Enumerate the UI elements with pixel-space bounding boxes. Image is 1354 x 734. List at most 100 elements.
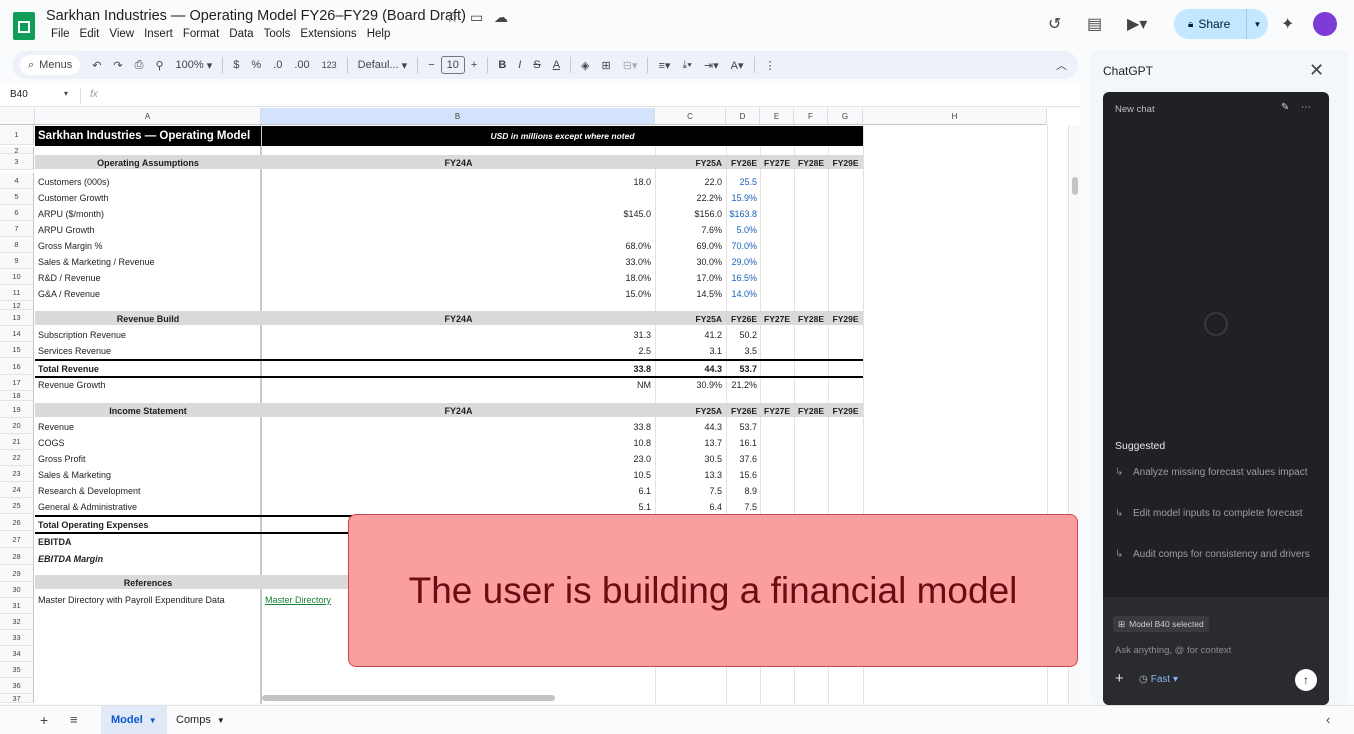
menu-edit[interactable]: Edit [75, 28, 105, 40]
fy26-value[interactable]: 15.9% [726, 191, 759, 205]
row-header[interactable]: 6 [0, 205, 34, 221]
font-size-decrease-icon[interactable]: − [422, 59, 440, 71]
row-header[interactable]: 26 [0, 514, 34, 531]
year-header[interactable]: FY28E [794, 312, 828, 326]
side-panel-toggle-icon[interactable]: ‹ [1326, 712, 1330, 727]
search-menus-button[interactable]: ⌕ Menus [20, 55, 81, 75]
tab-dropdown-icon[interactable]: ▼ [149, 716, 157, 725]
fy25-value[interactable]: 30.0% [655, 255, 724, 269]
fy25-value[interactable]: 6.4 [655, 500, 724, 514]
year-header[interactable]: FY26E [726, 156, 759, 170]
fy24-value[interactable]: 6.1 [262, 484, 653, 498]
menu-help[interactable]: Help [362, 28, 396, 40]
row-header[interactable]: 30 [0, 582, 34, 598]
column-header-h[interactable]: H [863, 108, 1047, 125]
fy26-value[interactable]: 16.5% [726, 271, 759, 285]
row-label[interactable]: ARPU ($/month) [36, 207, 260, 221]
row-header[interactable]: 11 [0, 285, 34, 301]
share-button[interactable]: 🔒︎ Share ▼ [1174, 9, 1268, 39]
avatar[interactable] [1313, 12, 1337, 36]
fy25-value[interactable]: 7.5 [655, 484, 724, 498]
fy25-value[interactable]: 13.3 [655, 468, 724, 482]
gemini-sparkle-icon[interactable]: ✦ [1281, 14, 1294, 34]
section-header[interactable]: Operating Assumptions [35, 156, 261, 170]
row-label[interactable]: Subscription Revenue [36, 328, 260, 342]
menu-view[interactable]: View [104, 28, 139, 40]
horizontal-scrollbar[interactable] [262, 695, 555, 701]
row-header[interactable]: 20 [0, 418, 34, 434]
fy25-value[interactable]: 44.3 [655, 362, 724, 376]
fy24-value[interactable]: 23.0 [262, 452, 653, 466]
vertical-align-icon[interactable]: ⤓▾ [676, 59, 697, 72]
increase-decimal-button[interactable]: .00 [288, 59, 315, 71]
menu-file[interactable]: File [46, 28, 75, 40]
year-header[interactable]: FY27E [760, 404, 794, 418]
row-header[interactable]: 5 [0, 189, 34, 205]
row-header[interactable]: 13 [0, 310, 34, 326]
row-label[interactable]: EBITDA Margin [36, 552, 260, 566]
row-label[interactable]: Revenue [36, 420, 260, 434]
sheets-logo-icon[interactable] [13, 12, 35, 40]
tab-comps[interactable]: Comps ▼ [166, 706, 235, 734]
row-header[interactable]: 33 [0, 630, 34, 646]
column-header-d[interactable]: D [726, 108, 760, 125]
fy25-value[interactable]: 13.7 [655, 436, 724, 450]
suggestion-item[interactable]: ↳ Audit comps for consistency and drivers [1115, 547, 1315, 562]
year-header[interactable]: FY28E [794, 156, 828, 170]
font-select[interactable]: Defaul... ▾ [352, 59, 414, 72]
scroll-thumb[interactable] [1072, 177, 1078, 195]
menu-format[interactable]: Format [178, 28, 224, 40]
row-label[interactable]: Customer Growth [36, 191, 260, 205]
row-header[interactable]: 35 [0, 662, 34, 678]
row-header[interactable]: 17 [0, 375, 34, 391]
decrease-decimal-button[interactable]: .0 [267, 59, 288, 71]
fy25-value[interactable]: 22.0 [655, 175, 724, 189]
tab-dropdown-icon[interactable]: ▼ [217, 716, 225, 725]
fy26-value[interactable]: 29.0% [726, 255, 759, 269]
column-header-e[interactable]: E [760, 108, 794, 125]
year-header[interactable]: FY29E [828, 312, 863, 326]
row-header[interactable]: 12 [0, 301, 34, 310]
new-chat-edit-icon[interactable]: ✎ [1281, 102, 1289, 113]
row-header[interactable]: 25 [0, 498, 34, 514]
row-label[interactable]: Customers (000s) [36, 175, 260, 189]
row-label[interactable]: Gross Profit [36, 452, 260, 466]
borders-icon[interactable]: ⊞ [596, 59, 617, 72]
share-dropdown-icon[interactable]: ▼ [1246, 9, 1268, 39]
row-header[interactable]: 29 [0, 565, 34, 582]
row-label[interactable]: ARPU Growth [36, 223, 260, 237]
fy24-value[interactable]: NM [262, 378, 653, 392]
column-header-a[interactable]: A [35, 108, 261, 125]
row-label[interactable]: Total Operating Expenses [36, 518, 260, 532]
fy25-value[interactable]: 3.1 [655, 344, 724, 358]
strikethrough-icon[interactable]: S [527, 59, 546, 71]
row-header[interactable]: 37 [0, 694, 34, 703]
row-label[interactable]: Services Revenue [36, 344, 260, 358]
suggestion-item[interactable]: ↳ Edit model inputs to complete forecast [1115, 506, 1315, 521]
row-label[interactable]: Revenue Growth [36, 378, 260, 392]
text-wrap-icon[interactable]: ⇥▾ [698, 59, 725, 72]
fy24-value[interactable]: 33.0% [262, 255, 653, 269]
merge-cells-icon[interactable]: ⊟▾ [617, 59, 644, 72]
row-label[interactable]: Gross Margin % [36, 239, 260, 253]
name-box-dropdown-icon[interactable]: ▾ [64, 89, 68, 98]
font-size-increase-icon[interactable]: + [465, 59, 483, 71]
fy25-value[interactable]: 44.3 [655, 420, 724, 434]
row-header[interactable]: 16 [0, 358, 34, 375]
horizontal-align-icon[interactable]: ≡▾ [652, 59, 676, 72]
fy25-value[interactable]: 7.6% [655, 223, 724, 237]
percent-format-button[interactable]: % [245, 59, 267, 71]
close-icon[interactable]: ✕ [1309, 60, 1324, 81]
row-header[interactable]: 10 [0, 269, 34, 285]
zoom-select[interactable]: 100% ▾ [170, 59, 219, 72]
italic-icon[interactable]: I [512, 59, 527, 71]
row-header[interactable]: 22 [0, 450, 34, 466]
fy25-value[interactable]: 17.0% [655, 271, 724, 285]
row-label[interactable]: Master Directory with Payroll Expenditur… [36, 593, 260, 607]
fy25-value[interactable]: 30.9% [655, 378, 724, 392]
send-button[interactable]: ↑ [1295, 669, 1317, 691]
move-folder-icon[interactable]: ▭ [470, 9, 483, 26]
row-header[interactable]: 32 [0, 614, 34, 630]
undo-icon[interactable]: ↶ [86, 59, 107, 72]
fy26-value[interactable]: 53.7 [726, 362, 759, 376]
